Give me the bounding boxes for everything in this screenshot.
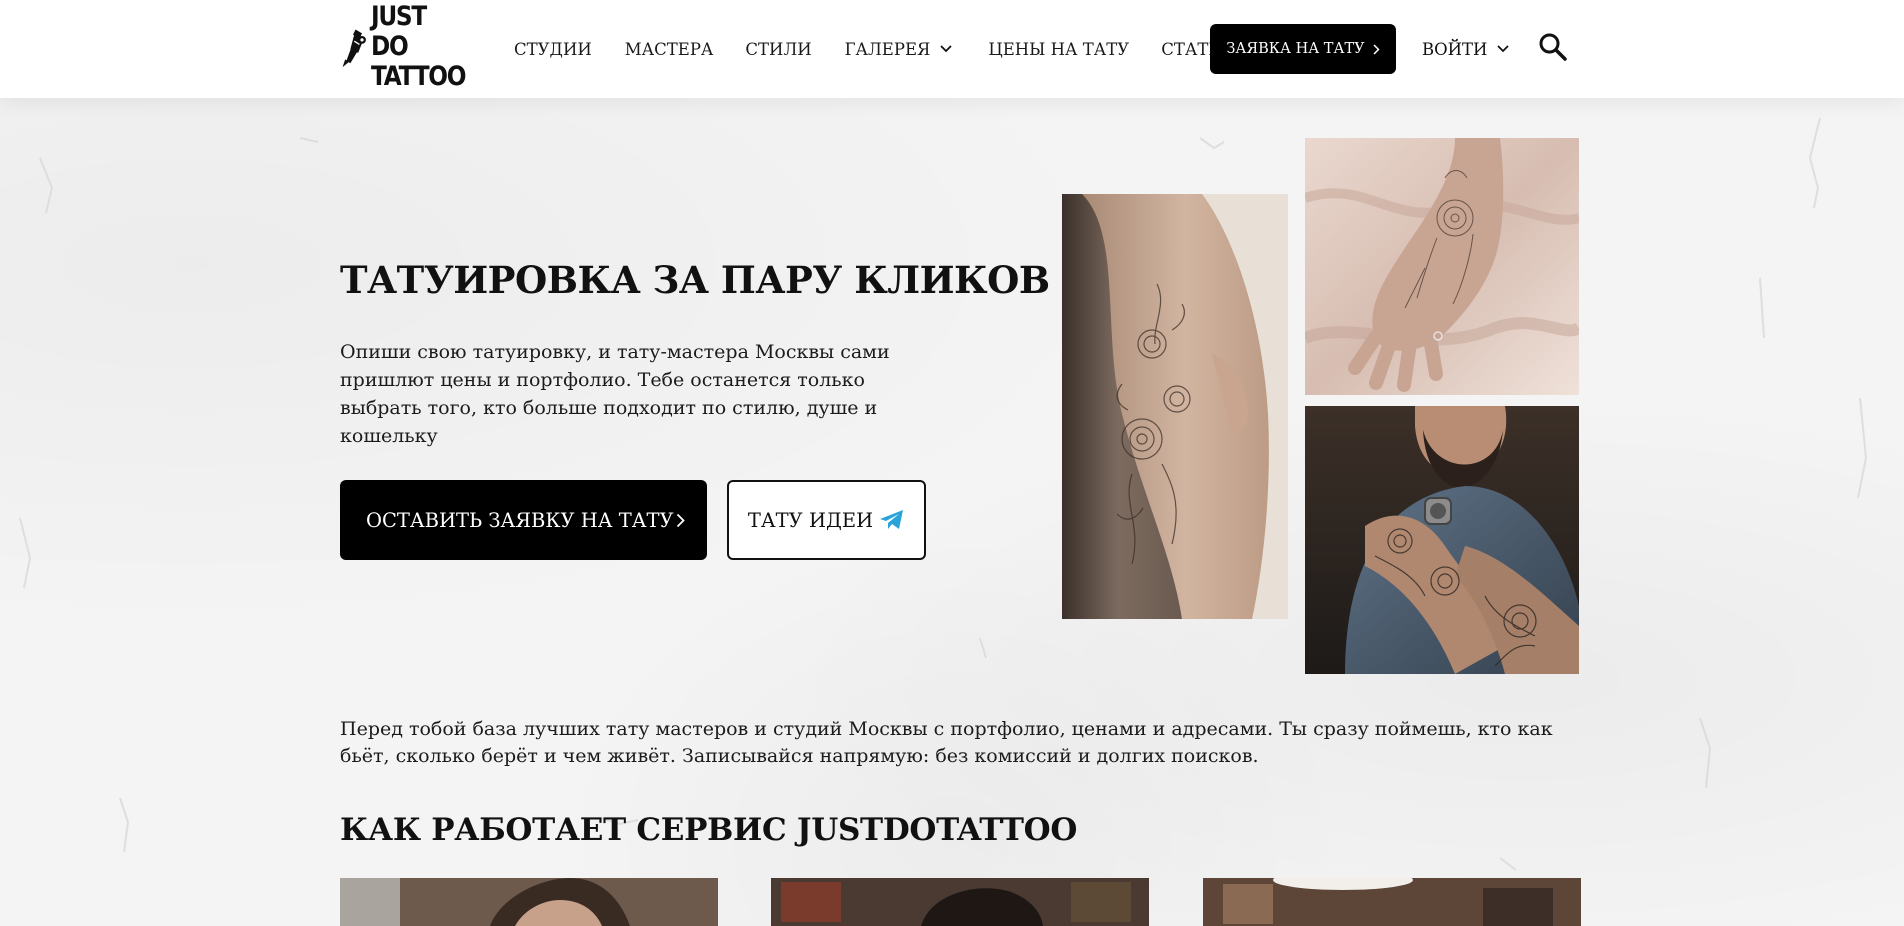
main-nav: СТУДИИ МАСТЕРА СТИЛИ ГАЛЕРЕЯ ЦЕНЫ НА ТАТ… xyxy=(514,0,1234,98)
site-header: JUST DO TATTOO СТУДИИ МАСТЕРА СТИЛИ ГАЛЕ… xyxy=(0,0,1904,98)
nav-styles[interactable]: СТИЛИ xyxy=(745,40,811,59)
how-it-works-card-image xyxy=(1203,878,1581,926)
tattoo-request-label: ЗАЯВКА НА ТАТУ xyxy=(1226,41,1365,57)
hero-title: ТАТУИРОВКА ЗА ПАРУ КЛИКОВ xyxy=(340,258,1050,302)
nav-prices[interactable]: ЦЕНЫ НА ТАТУ xyxy=(988,40,1129,59)
chevron-down-icon xyxy=(940,45,952,53)
nav-prices-label: ЦЕНЫ НА ТАТУ xyxy=(988,39,1130,59)
logo-wordmark: JUST DO TATTOO xyxy=(370,1,466,92)
chevron-right-icon xyxy=(676,513,685,527)
search-icon[interactable] xyxy=(1538,32,1568,62)
nav-studios[interactable]: СТУДИИ xyxy=(514,40,592,59)
telegram-icon xyxy=(880,510,904,529)
nav-masters[interactable]: МАСТЕРА xyxy=(625,40,714,59)
tattoo-machine-icon xyxy=(342,29,366,68)
site-logo[interactable]: JUST DO TATTOO xyxy=(340,2,480,92)
nav-studios-label: СТУДИИ xyxy=(514,39,592,59)
chevron-right-icon xyxy=(1373,43,1380,55)
tattoo-request-button[interactable]: ЗАЯВКА НА ТАТУ xyxy=(1210,24,1396,74)
chevron-down-icon xyxy=(1497,45,1510,53)
nav-styles-label: СТИЛИ xyxy=(745,39,812,59)
tattoo-ideas-button[interactable]: ТАТУ ИДЕИ xyxy=(727,480,926,560)
intro-text: Перед тобой база лучших тату мастеров и … xyxy=(340,718,1553,767)
textured-background xyxy=(0,98,1904,926)
nav-gallery[interactable]: ГАЛЕРЕЯ xyxy=(845,40,953,59)
logo-line-2: TATTOO xyxy=(370,61,466,92)
tattoo-ideas-label: ТАТУ ИДЕИ xyxy=(747,508,874,532)
how-it-works-title: КАК РАБОТАЕТ СЕРВИС JUSTDOTATTOO xyxy=(340,812,1078,848)
logo-line-1: JUST DO xyxy=(370,1,427,62)
tattoo-photo-hand xyxy=(1305,138,1579,395)
nav-gallery-label: ГАЛЕРЕЯ xyxy=(844,39,931,59)
login-menu[interactable]: ВОЙТИ xyxy=(1422,0,1510,98)
tattoo-photo-leg xyxy=(1062,194,1288,619)
how-it-works-card-image xyxy=(340,878,718,926)
hero-description: Опиши свою татуировку, и тату-мастера Мо… xyxy=(340,341,890,447)
login-label: ВОЙТИ xyxy=(1422,39,1488,59)
how-it-works-card-image xyxy=(771,878,1149,926)
leave-request-label: ОСТАВИТЬ ЗАЯВКУ НА ТАТУ xyxy=(366,508,674,532)
tattoo-photo-man xyxy=(1305,406,1579,674)
nav-masters-label: МАСТЕРА xyxy=(624,39,714,59)
leave-request-button[interactable]: ОСТАВИТЬ ЗАЯВКУ НА ТАТУ xyxy=(340,480,707,560)
